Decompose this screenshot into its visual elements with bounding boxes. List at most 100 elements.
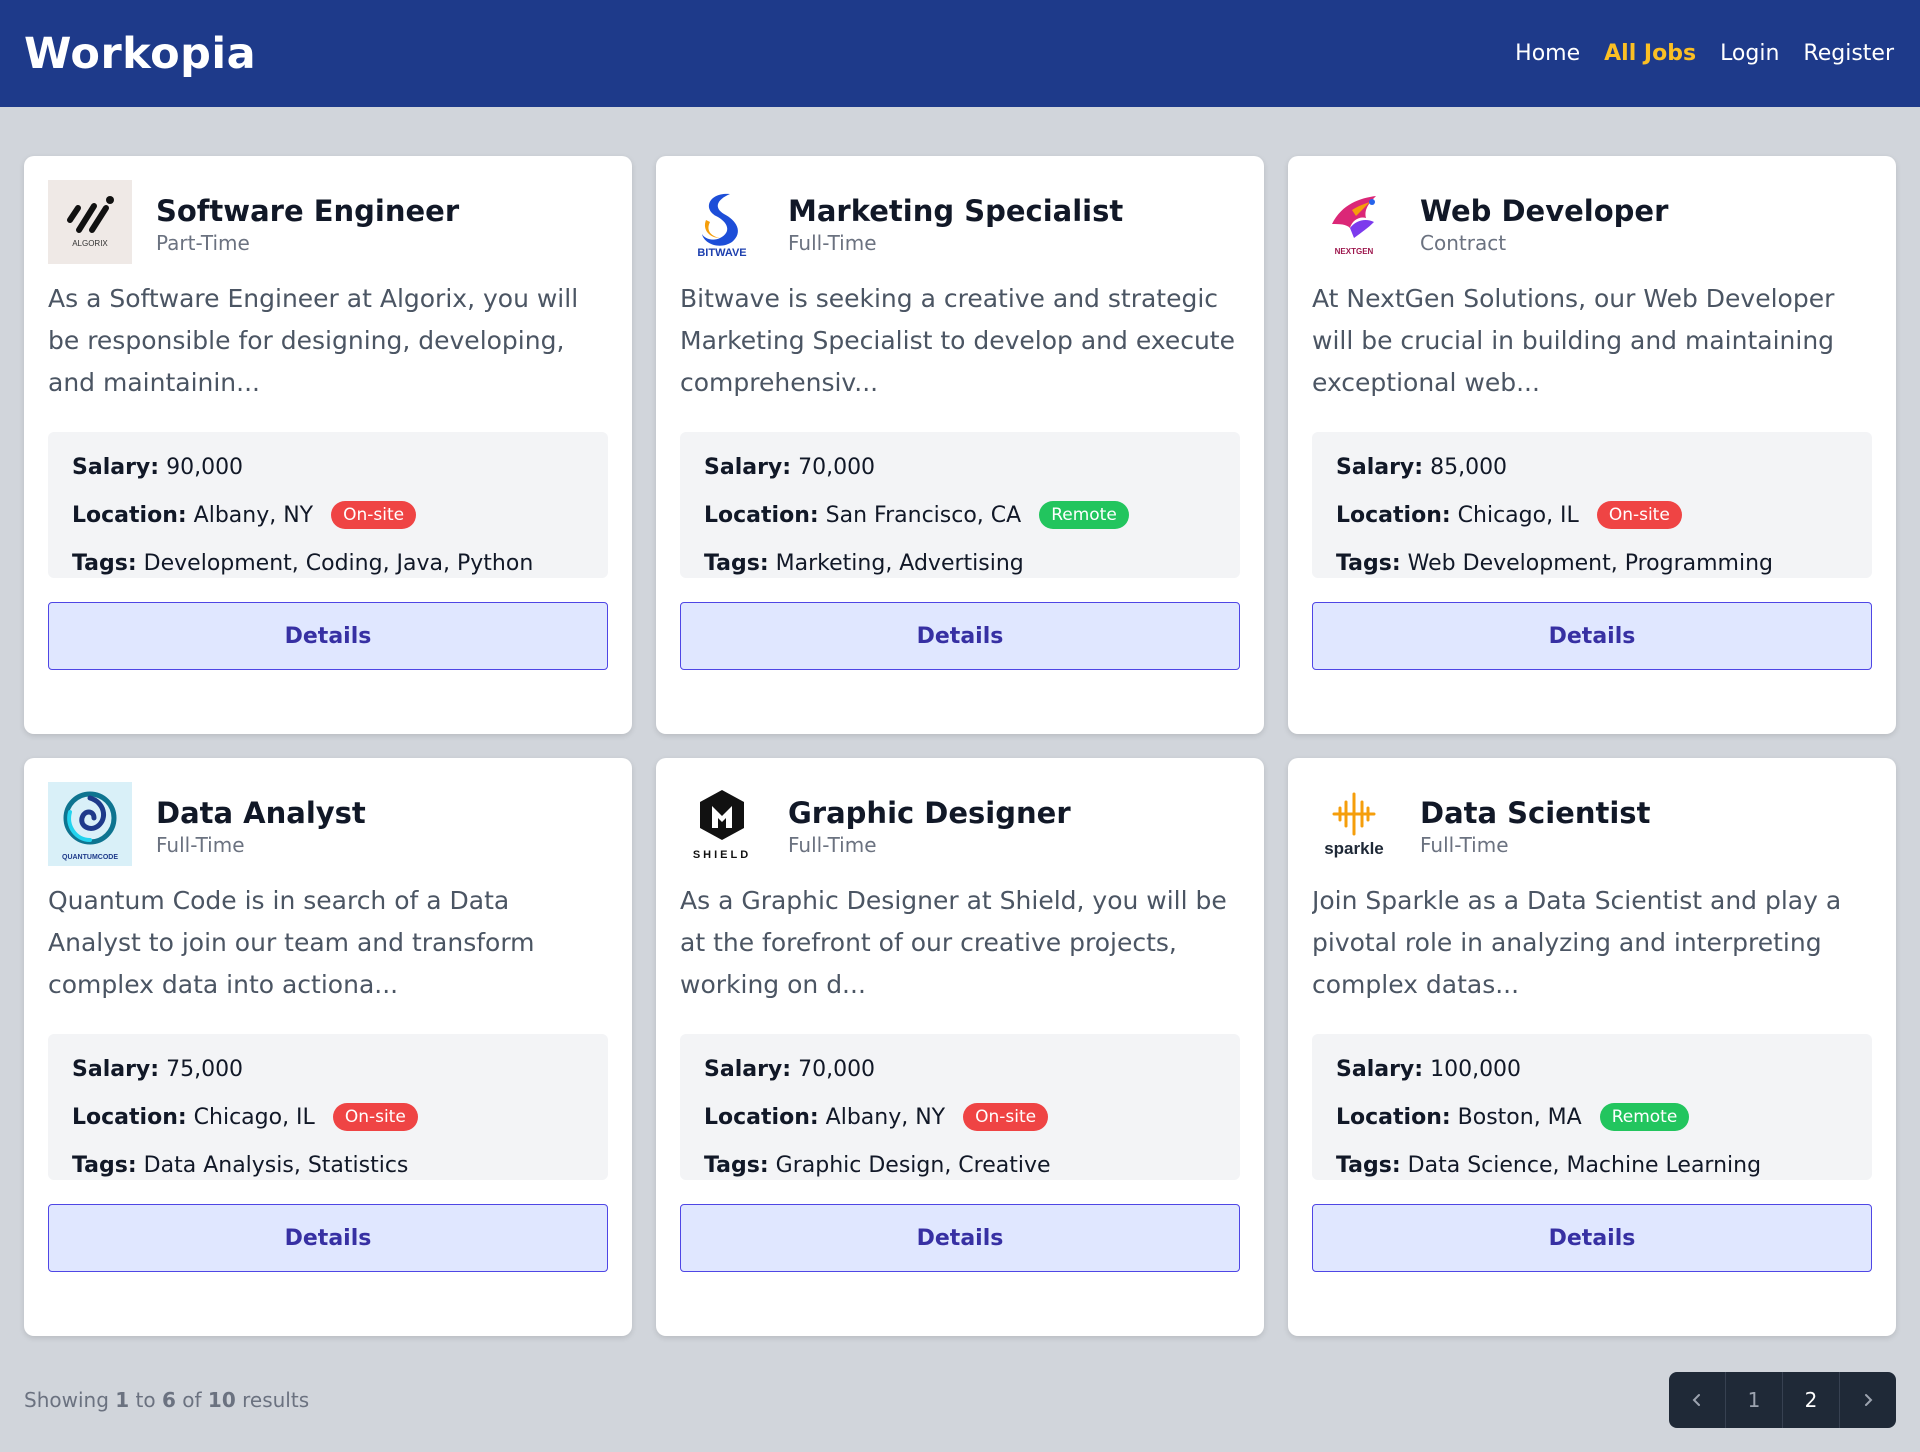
job-card: BITWAVE Marketing Specialist Full-Time B… <box>656 156 1264 734</box>
pagination: 1 2 <box>1669 1372 1896 1428</box>
svg-text:sparkle: sparkle <box>1324 839 1384 858</box>
status-badge: On-site <box>1596 501 1682 529</box>
salary-value: 90,000 <box>166 454 244 480</box>
location-label: Location: <box>72 502 187 528</box>
svg-text:BITWAVE: BITWAVE <box>697 247 746 259</box>
job-description: Quantum Code is in search of a Data Anal… <box>48 886 535 999</box>
job-meta: Salary: 100,000 Location: Boston, MA Remote… <box>1312 1034 1872 1180</box>
shield-logo: SHIELD <box>680 782 764 866</box>
details-button[interactable]: Details <box>680 602 1240 670</box>
status-badge: On-site <box>332 1103 418 1131</box>
tags-label: Tags: <box>72 1152 137 1178</box>
location-value: San Francisco, CA <box>825 502 1022 528</box>
job-card: sparkle Data Scientist Full-Time Join Sp… <box>1288 758 1896 1336</box>
svg-text:SHIELD: SHIELD <box>693 849 751 861</box>
of-label: of <box>182 1388 202 1412</box>
sparkle-logo: sparkle <box>1312 782 1396 866</box>
tags-label: Tags: <box>1336 1152 1401 1178</box>
salary-label: Salary: <box>72 454 160 480</box>
salary-label: Salary: <box>704 454 792 480</box>
nav-all-jobs[interactable]: All Jobs <box>1604 41 1696 66</box>
salary-label: Salary: <box>1336 454 1424 480</box>
next-page-button[interactable] <box>1840 1372 1896 1428</box>
prev-page-button[interactable] <box>1669 1372 1726 1428</box>
location-label: Location: <box>704 502 819 528</box>
results-from: 1 <box>115 1388 130 1412</box>
salary-label: Salary: <box>704 1056 792 1082</box>
tags-label: Tags: <box>704 550 769 576</box>
tags-label: Tags: <box>704 1152 769 1178</box>
salary-value: 85,000 <box>1430 454 1508 480</box>
details-button[interactable]: Details <box>680 1204 1240 1272</box>
bitwave-logo: BITWAVE <box>680 180 764 264</box>
job-type: Contract <box>1420 231 1507 255</box>
tags-value: Data Analysis, Statistics <box>143 1152 409 1178</box>
chevron-right-icon <box>1865 1394 1873 1406</box>
job-card: NEXTGEN Web Developer Contract At NextGe… <box>1288 156 1896 734</box>
page-1-button[interactable]: 1 <box>1726 1372 1783 1428</box>
results-total: 10 <box>207 1388 236 1412</box>
details-button[interactable]: Details <box>48 1204 608 1272</box>
job-title: Web Developer <box>1420 194 1669 228</box>
job-card: QUANTUMCODE Data Analyst Full-Time Quant… <box>24 758 632 1336</box>
status-badge: Remote <box>1039 501 1129 529</box>
status-badge: Remote <box>1599 1103 1690 1131</box>
salary-label: Salary: <box>1336 1056 1424 1082</box>
job-type: Full-Time <box>156 833 245 857</box>
job-meta: Salary: 70,000 Location: San Francisco, CA… <box>680 432 1240 578</box>
job-meta: Salary: 70,000 Location: Albany, NY On-site… <box>680 1034 1240 1180</box>
nav-login[interactable]: Login <box>1720 41 1779 66</box>
salary-value: 100,000 <box>1430 1056 1522 1082</box>
results-to: 6 <box>161 1388 176 1412</box>
job-type: Full-Time <box>788 231 877 255</box>
salary-value: 70,000 <box>798 1056 876 1082</box>
svg-text:ALGORIX: ALGORIX <box>72 239 108 248</box>
job-title: Data Scientist <box>1420 796 1651 830</box>
job-title: Data Analyst <box>156 796 366 830</box>
location-label: Location: <box>1336 502 1451 528</box>
brand-logo[interactable]: Workopia <box>24 29 256 79</box>
tags-value: Marketing, Advertising <box>775 550 1024 576</box>
status-badge: On-site <box>331 501 417 529</box>
location-value: Albany, NY <box>193 502 314 528</box>
quantumcode-logo: QUANTUMCODE <box>48 782 132 866</box>
top-navbar: Workopia Home All Jobs Login Register <box>0 0 1920 107</box>
nav-home[interactable]: Home <box>1515 41 1580 66</box>
location-value: Chicago, IL <box>193 1104 315 1130</box>
svg-text:NEXTGEN: NEXTGEN <box>1335 247 1374 256</box>
details-button[interactable]: Details <box>48 602 608 670</box>
job-type: Full-Time <box>788 833 877 857</box>
salary-label: Salary: <box>72 1056 160 1082</box>
tags-label: Tags: <box>72 550 137 576</box>
location-value: Albany, NY <box>825 1104 946 1130</box>
details-button[interactable]: Details <box>1312 1204 1872 1272</box>
job-type: Full-Time <box>1420 833 1509 857</box>
job-description: As a Graphic Designer at Shield, you wil… <box>680 886 1227 999</box>
salary-value: 70,000 <box>798 454 876 480</box>
nav-register[interactable]: Register <box>1803 41 1894 66</box>
location-label: Location: <box>1336 1104 1451 1130</box>
page-2-button[interactable]: 2 <box>1783 1372 1840 1428</box>
tags-value: Development, Coding, Java, Python <box>143 550 534 576</box>
job-card: SHIELD Graphic Designer Full-Time As a G… <box>656 758 1264 1336</box>
tags-value: Data Science, Machine Learning <box>1407 1152 1762 1178</box>
job-description: As a Software Engineer at Algorix, you w… <box>48 284 579 397</box>
details-button[interactable]: Details <box>1312 602 1872 670</box>
job-meta: Salary: 75,000 Location: Chicago, IL On-sit… <box>48 1034 608 1180</box>
job-title: Graphic Designer <box>788 796 1071 830</box>
tags-value: Graphic Design, Creative <box>775 1152 1051 1178</box>
tags-label: Tags: <box>1336 550 1401 576</box>
job-card: ALGORIX Software Engineer Part-Time As a… <box>24 156 632 734</box>
results-label: results <box>242 1388 310 1412</box>
job-description: Bitwave is seeking a creative and strate… <box>680 284 1235 397</box>
job-title: Software Engineer <box>156 194 460 228</box>
job-meta: Salary: 90,000 Location: Albany, NY On-site… <box>48 432 608 578</box>
svg-text:QUANTUMCODE: QUANTUMCODE <box>62 854 118 861</box>
job-type: Part-Time <box>156 231 250 255</box>
location-label: Location: <box>72 1104 187 1130</box>
job-description: At NextGen Solutions, our Web Developer … <box>1312 284 1835 397</box>
results-summary: Showing 1 to 6 of 10 results <box>24 1388 309 1412</box>
showing-label: Showing <box>24 1388 109 1412</box>
salary-value: 75,000 <box>166 1056 244 1082</box>
algorix-logo: ALGORIX <box>48 180 132 264</box>
